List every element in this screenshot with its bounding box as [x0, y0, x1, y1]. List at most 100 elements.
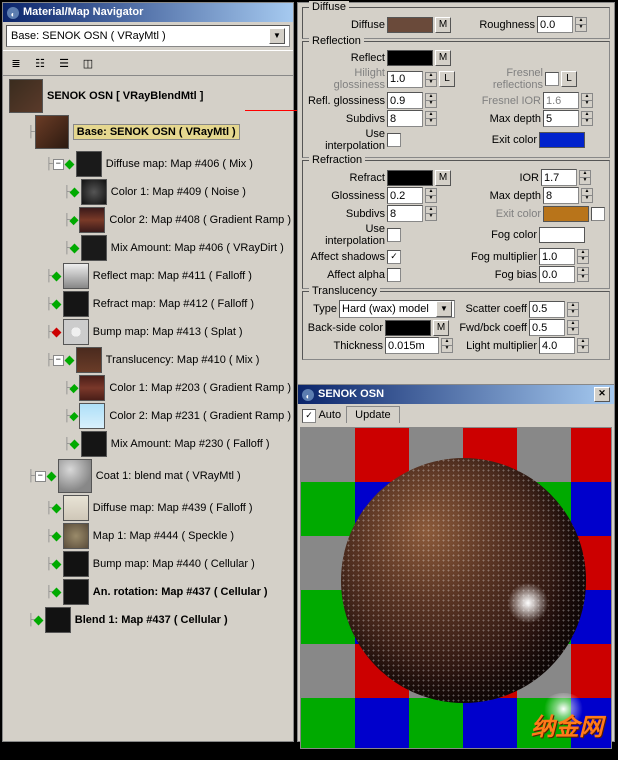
refl-subdivs-input[interactable]: [387, 110, 423, 127]
refl-maxdepth-input[interactable]: [543, 110, 579, 127]
fresnelior-spinner[interactable]: ▲▼: [581, 93, 593, 108]
hilight-gloss-input[interactable]: [387, 71, 423, 88]
material-swatch[interactable]: [45, 607, 71, 633]
refr-exitcolor-check[interactable]: [591, 207, 605, 221]
scatter-spinner[interactable]: ▲▼: [567, 302, 579, 317]
fresnel-checkbox[interactable]: [545, 72, 559, 86]
material-swatch[interactable]: [79, 403, 105, 429]
material-swatch[interactable]: [79, 207, 105, 233]
material-swatch[interactable]: [81, 235, 107, 261]
material-swatch[interactable]: [63, 579, 89, 605]
navigator-titlebar[interactable]: ◐ Material/Map Navigator: [3, 3, 293, 22]
backside-color-swatch[interactable]: [385, 320, 431, 336]
tree-node[interactable]: SENOK OSN [ VRayBlendMtl ]: [5, 78, 291, 114]
refr-gloss-input[interactable]: [387, 187, 423, 204]
refr-gloss-spinner[interactable]: ▲▼: [425, 188, 437, 203]
collapse-icon[interactable]: −: [53, 159, 64, 170]
refr-exitcolor-swatch[interactable]: [543, 206, 589, 222]
material-swatch[interactable]: [81, 179, 107, 205]
lightmult-input[interactable]: [539, 337, 575, 354]
tree-node[interactable]: ├Refract map: Map #412 ( Falloff ): [5, 290, 291, 318]
translucency-type-dropdown[interactable]: Hard (wax) model ▼: [339, 300, 455, 318]
diffuse-color-swatch[interactable]: [387, 17, 433, 33]
material-swatch[interactable]: [63, 523, 89, 549]
reflgloss-input[interactable]: [387, 92, 423, 109]
hilight-spinner[interactable]: ▲▼: [425, 72, 437, 87]
fresnel-l-button[interactable]: L: [561, 71, 577, 87]
fwdbck-input[interactable]: [529, 319, 565, 336]
close-icon[interactable]: ✕: [594, 387, 610, 402]
reflect-color-swatch[interactable]: [387, 50, 433, 66]
update-tab[interactable]: Update: [346, 406, 399, 423]
tree-node[interactable]: ├Color 2: Map #408 ( Gradient Ramp ): [5, 206, 291, 234]
fogmult-spinner[interactable]: ▲▼: [577, 249, 589, 264]
tree-node[interactable]: ├Blend 1: Map #437 ( Cellular ): [5, 606, 291, 634]
tree-node[interactable]: ├Bump map: Map #440 ( Cellular ): [5, 550, 291, 578]
preview-viewport[interactable]: 纳金网: [300, 427, 612, 749]
thickness-input[interactable]: [385, 337, 439, 354]
tree-node[interactable]: ├Base: SENOK OSN ( VRayMtl ): [5, 114, 291, 150]
ior-spinner[interactable]: ▲▼: [579, 170, 591, 185]
lightmult-spinner[interactable]: ▲▼: [577, 338, 589, 353]
ior-input[interactable]: [541, 169, 577, 186]
tree-node[interactable]: ├−Translucency: Map #410 ( Mix ): [5, 346, 291, 374]
material-swatch[interactable]: [81, 431, 107, 457]
affect-alpha-checkbox[interactable]: [387, 268, 401, 282]
fogcolor-swatch[interactable]: [539, 227, 585, 243]
refl-maxdepth-spinner[interactable]: ▲▼: [581, 111, 593, 126]
material-swatch[interactable]: [58, 459, 92, 493]
thickness-spinner[interactable]: ▲▼: [441, 338, 453, 353]
refract-map-button[interactable]: M: [435, 170, 451, 186]
refr-subdivs-input[interactable]: [387, 205, 423, 222]
tree-node[interactable]: ├−Diffuse map: Map #406 ( Mix ): [5, 150, 291, 178]
tree-node[interactable]: ├Diffuse map: Map #439 ( Falloff ): [5, 494, 291, 522]
auto-checkbox-wrapper[interactable]: ✓ Auto: [302, 409, 341, 421]
affect-shadows-checkbox[interactable]: ✓: [387, 250, 401, 264]
material-swatch[interactable]: [76, 151, 102, 177]
refr-maxdepth-input[interactable]: [543, 187, 579, 204]
scatter-input[interactable]: [529, 301, 565, 318]
tree-node[interactable]: ├−Coat 1: blend mat ( VRayMtl ): [5, 458, 291, 494]
tree-node[interactable]: ├Reflect map: Map #411 ( Falloff ): [5, 262, 291, 290]
material-swatch[interactable]: [9, 79, 43, 113]
material-swatch[interactable]: [63, 319, 89, 345]
fwdbck-spinner[interactable]: ▲▼: [567, 320, 579, 335]
roughness-input[interactable]: [537, 16, 573, 33]
material-swatch[interactable]: [76, 347, 102, 373]
material-swatch[interactable]: [35, 115, 69, 149]
tree-node[interactable]: ├Mix Amount: Map #230 ( Falloff ): [5, 430, 291, 458]
tree-node[interactable]: ├Map 1: Map #444 ( Speckle ): [5, 522, 291, 550]
material-swatch[interactable]: [63, 263, 89, 289]
base-material-dropdown[interactable]: Base: SENOK OSN ( VRayMtl ) ▼: [6, 25, 290, 47]
refl-useintrp-checkbox[interactable]: [387, 133, 401, 147]
refl-subdivs-spinner[interactable]: ▲▼: [425, 111, 437, 126]
tree-node[interactable]: ├Color 1: Map #409 ( Noise ): [5, 178, 291, 206]
view-tree3-icon[interactable]: ◫: [77, 52, 99, 74]
reflect-map-button[interactable]: M: [435, 50, 451, 66]
tree-node[interactable]: ├Color 1: Map #203 ( Gradient Ramp ): [5, 374, 291, 402]
reflgloss-spinner[interactable]: ▲▼: [425, 93, 437, 108]
tree-node[interactable]: ├Bump map: Map #413 ( Splat ): [5, 318, 291, 346]
view-list-icon[interactable]: ≣: [5, 52, 27, 74]
refract-color-swatch[interactable]: [387, 170, 433, 186]
refr-useintrp-checkbox[interactable]: [387, 228, 401, 242]
material-swatch[interactable]: [79, 375, 105, 401]
material-swatch[interactable]: [63, 291, 89, 317]
collapse-icon[interactable]: −: [53, 355, 64, 366]
refl-exitcolor-swatch[interactable]: [539, 132, 585, 148]
material-tree[interactable]: SENOK OSN [ VRayBlendMtl ]├Base: SENOK O…: [3, 76, 293, 760]
roughness-spinner[interactable]: ▲▼: [575, 17, 587, 32]
refr-subdivs-spinner[interactable]: ▲▼: [425, 206, 437, 221]
l-button[interactable]: L: [439, 71, 455, 87]
view-tree1-icon[interactable]: ☷: [29, 52, 51, 74]
tree-node[interactable]: ├An. rotation: Map #437 ( Cellular ): [5, 578, 291, 606]
diffuse-map-button[interactable]: M: [435, 17, 451, 33]
fogbias-spinner[interactable]: ▲▼: [577, 267, 589, 282]
fresnelior-input[interactable]: [543, 92, 579, 109]
tree-node[interactable]: ├Color 2: Map #231 ( Gradient Ramp ): [5, 402, 291, 430]
fogbias-input[interactable]: [539, 266, 575, 283]
material-swatch[interactable]: [63, 551, 89, 577]
fogmult-input[interactable]: [539, 248, 575, 265]
material-swatch[interactable]: [63, 495, 89, 521]
view-tree2-icon[interactable]: ☰: [53, 52, 75, 74]
